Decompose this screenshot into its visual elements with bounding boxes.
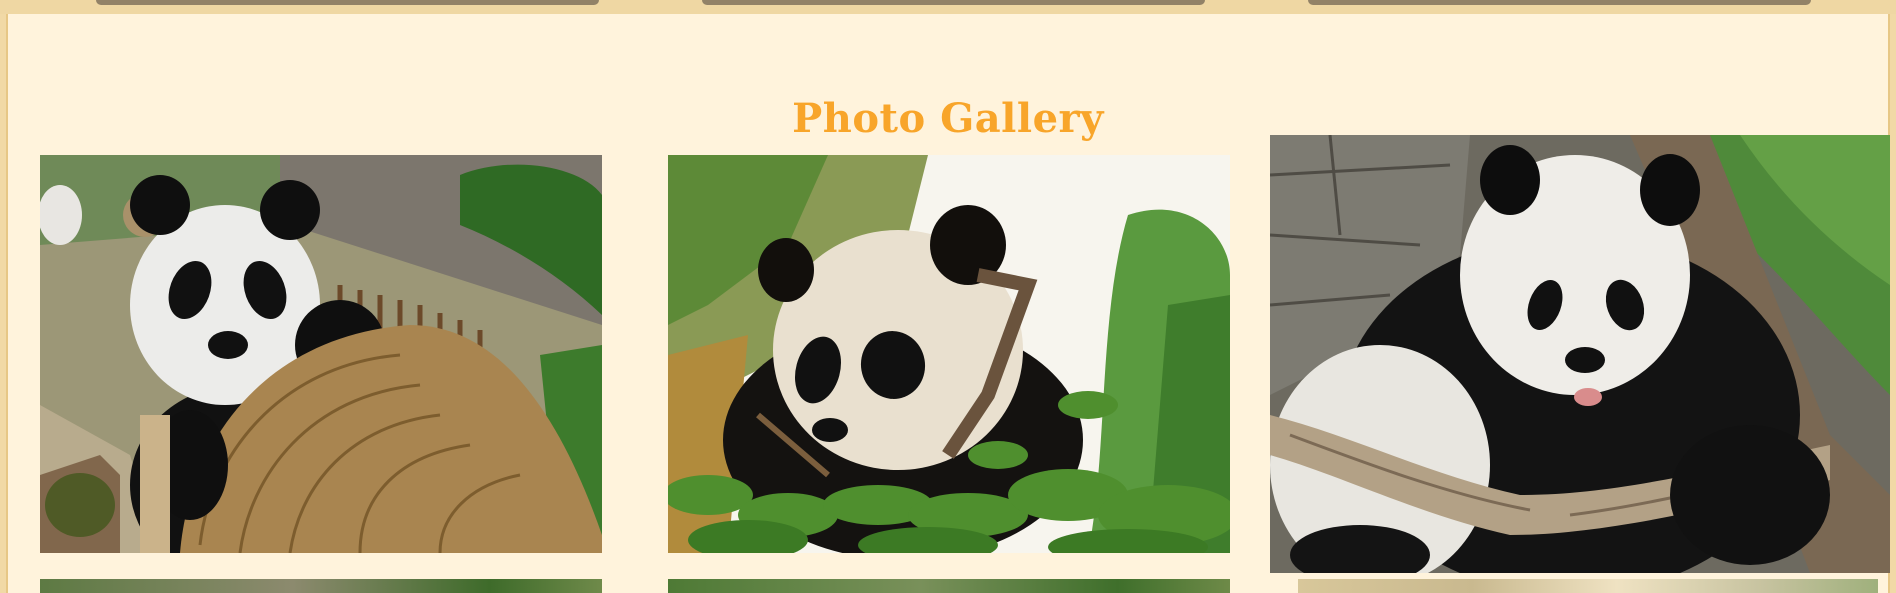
gallery-photo-row2-right[interactable] bbox=[1298, 579, 1878, 593]
gallery-photo-panda-on-log[interactable] bbox=[1270, 135, 1890, 573]
gallery-photo-row2-left[interactable] bbox=[40, 579, 602, 593]
top-tab-left bbox=[96, 0, 599, 5]
top-strip bbox=[0, 0, 1896, 14]
top-tab-middle bbox=[702, 0, 1205, 5]
gallery-photo-row2-middle[interactable] bbox=[668, 579, 1230, 593]
panda-basket-image bbox=[40, 155, 602, 553]
gallery-photo-panda-with-basket[interactable] bbox=[40, 155, 602, 553]
gallery-photo-panda-cub-in-branches[interactable] bbox=[668, 155, 1230, 553]
top-tab-right bbox=[1308, 0, 1811, 5]
panda-cub-image bbox=[668, 155, 1230, 553]
gallery-panel: Photo Gallery bbox=[6, 14, 1890, 593]
panda-log-image bbox=[1270, 135, 1890, 573]
